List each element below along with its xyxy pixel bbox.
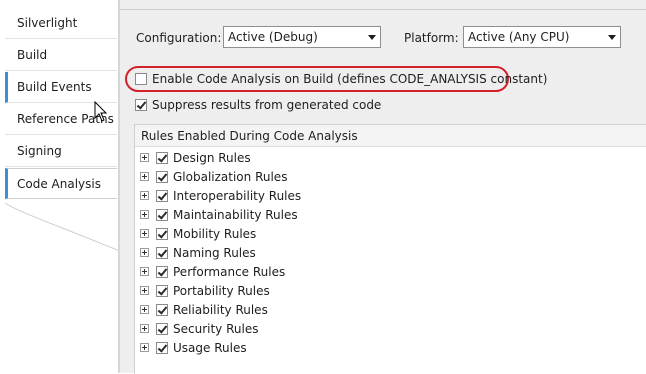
list-item: Reliability Rules	[135, 301, 646, 320]
tab-silverlight[interactable]: Silverlight	[5, 8, 117, 39]
rule-label: Performance Rules	[173, 265, 286, 279]
expand-icon[interactable]	[140, 305, 149, 314]
rule-label: Mobility Rules	[173, 227, 257, 241]
rule-checkbox[interactable]	[156, 190, 168, 202]
rules-list: Rules Enabled During Code Analysis Desig…	[134, 124, 646, 374]
configuration-value: Active (Debug)	[228, 30, 318, 44]
rule-checkbox[interactable]	[156, 209, 168, 221]
rule-label: Maintainability Rules	[173, 208, 298, 222]
list-item: Globalization Rules	[135, 168, 646, 187]
tab-build-events[interactable]: Build Events	[5, 72, 117, 103]
list-item: Design Rules	[135, 149, 646, 168]
rule-checkbox[interactable]	[156, 323, 168, 335]
list-item: Portability Rules	[135, 282, 646, 301]
rule-label: Usage Rules	[173, 341, 247, 355]
rule-checkbox[interactable]	[156, 304, 168, 316]
expand-icon[interactable]	[140, 153, 149, 162]
rule-label: Security Rules	[173, 322, 259, 336]
expand-icon[interactable]	[140, 172, 149, 181]
expand-icon[interactable]	[140, 191, 149, 200]
list-item: Mobility Rules	[135, 225, 646, 244]
property-tabs: Silverlight Build Build Events Reference…	[0, 0, 120, 373]
platform-value: Active (Any CPU)	[468, 30, 570, 44]
list-item: Usage Rules	[135, 339, 646, 358]
tab-code-analysis[interactable]: Code Analysis	[5, 168, 117, 199]
chevron-down-icon	[368, 35, 376, 40]
rule-checkbox[interactable]	[156, 171, 168, 183]
expand-icon[interactable]	[140, 210, 149, 219]
list-item: Security Rules	[135, 320, 646, 339]
expand-icon[interactable]	[140, 248, 149, 257]
tab-build[interactable]: Build	[5, 40, 117, 71]
rule-checkbox[interactable]	[156, 247, 168, 259]
chevron-down-icon	[608, 35, 616, 40]
rules-list-header: Rules Enabled During Code Analysis	[135, 125, 646, 147]
enable-code-analysis-label[interactable]: Enable Code Analysis on Build (defines C…	[152, 72, 547, 86]
rule-label: Design Rules	[173, 151, 251, 165]
suppress-generated-code-label[interactable]: Suppress results from generated code	[152, 98, 381, 112]
expand-icon[interactable]	[140, 286, 149, 295]
expand-icon[interactable]	[140, 343, 149, 352]
list-item: Naming Rules	[135, 244, 646, 263]
platform-label: Platform:	[404, 31, 459, 45]
rule-label: Interoperability Rules	[173, 189, 302, 203]
panel-top-border	[120, 9, 646, 10]
code-analysis-panel: Configuration: Active (Debug) Platform: …	[120, 0, 646, 374]
rule-label: Reliability Rules	[173, 303, 268, 317]
configuration-dropdown[interactable]: Active (Debug)	[223, 26, 381, 48]
rule-label: Naming Rules	[173, 246, 256, 260]
platform-dropdown[interactable]: Active (Any CPU)	[463, 26, 621, 48]
expand-icon[interactable]	[140, 324, 149, 333]
rule-label: Globalization Rules	[173, 170, 288, 184]
rule-checkbox[interactable]	[156, 342, 168, 354]
list-item: Performance Rules	[135, 263, 646, 282]
expand-icon[interactable]	[140, 229, 149, 238]
configuration-label: Configuration:	[136, 31, 222, 45]
rule-checkbox[interactable]	[156, 152, 168, 164]
tab-signing[interactable]: Signing	[5, 136, 117, 167]
rule-checkbox[interactable]	[156, 228, 168, 240]
suppress-generated-code-checkbox[interactable]	[135, 99, 147, 111]
rule-label: Portability Rules	[173, 284, 270, 298]
list-item: Interoperability Rules	[135, 187, 646, 206]
rule-checkbox[interactable]	[156, 285, 168, 297]
list-item: Maintainability Rules	[135, 206, 646, 225]
enable-code-analysis-checkbox[interactable]	[135, 73, 147, 85]
rule-checkbox[interactable]	[156, 266, 168, 278]
expand-icon[interactable]	[140, 267, 149, 276]
tab-strip-fold	[5, 199, 120, 252]
mouse-cursor-icon	[94, 101, 108, 122]
